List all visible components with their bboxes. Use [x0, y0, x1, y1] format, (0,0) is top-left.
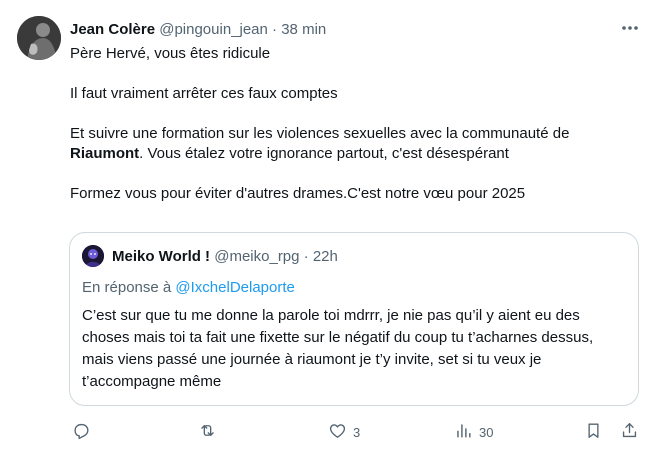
- share-button[interactable]: [620, 420, 639, 444]
- quoted-separator: ·: [303, 248, 309, 265]
- quoted-tweet[interactable]: Meiko World ! @meiko_rpg · 22h En répons…: [69, 232, 639, 406]
- share-icon: [620, 421, 639, 443]
- header-separator: ·: [272, 21, 278, 38]
- heart-icon: [328, 421, 347, 443]
- views-count: 30: [479, 424, 494, 440]
- retweet-button[interactable]: [198, 420, 223, 444]
- views-icon: [454, 421, 473, 443]
- riaumont-bold-text: Riaumont: [70, 145, 140, 162]
- action-bar: 3 30: [70, 420, 640, 444]
- tweet-paragraph: Père Hervé, vous êtes ridicule: [70, 45, 271, 62]
- quoted-author-handle[interactable]: @meiko_rpg: [214, 248, 299, 265]
- reply-mention-link[interactable]: @IxchelDelaporte: [175, 279, 294, 296]
- more-dots-icon[interactable]: [620, 18, 640, 38]
- reply-context: En réponse à @IxchelDelaporte: [82, 278, 295, 298]
- like-button[interactable]: 3: [328, 420, 360, 444]
- author-name[interactable]: Jean Colère: [70, 21, 155, 38]
- quoted-header: Meiko World ! @meiko_rpg · 22h: [112, 247, 338, 267]
- tweet-paragraph: Formez vous pour éviter d'autres drames.…: [70, 185, 526, 202]
- tweet-header: Jean Colère @pingouin_jean · 38 min: [70, 20, 326, 40]
- tweet-paragraph-part: Et suivre une formation sur les violence…: [70, 125, 570, 142]
- author-avatar[interactable]: [17, 16, 61, 60]
- quoted-author-avatar[interactable]: [82, 245, 104, 267]
- quoted-text: C’est sur que tu me donne la parole toi …: [82, 307, 594, 390]
- bookmark-icon: [584, 421, 603, 443]
- retweet-icon: [198, 421, 217, 443]
- tweet-paragraph: Et suivre une formation sur les violence…: [70, 124, 640, 164]
- tweet-paragraph-part: . Vous étalez votre ignorance partout, c…: [139, 145, 509, 162]
- reply-icon: [72, 421, 91, 443]
- views-button[interactable]: 30: [454, 420, 493, 444]
- tweet-time[interactable]: 38 min: [281, 21, 326, 38]
- quoted-time[interactable]: 22h: [313, 248, 338, 265]
- reply-prefix: En réponse à: [82, 279, 172, 296]
- tweet-text: Père Hervé, vous êtes ridicule Il faut v…: [70, 44, 640, 204]
- bookmark-button[interactable]: [584, 420, 603, 444]
- tweet-paragraph: Il faut vraiment arrêter ces faux compte…: [70, 85, 338, 102]
- author-handle[interactable]: @pingouin_jean: [159, 21, 268, 38]
- tweet[interactable]: Jean Colère @pingouin_jean · 38 min Père…: [0, 0, 662, 457]
- like-count: 3: [353, 424, 361, 440]
- quoted-author-name[interactable]: Meiko World !: [112, 248, 210, 265]
- reply-button[interactable]: [72, 420, 97, 444]
